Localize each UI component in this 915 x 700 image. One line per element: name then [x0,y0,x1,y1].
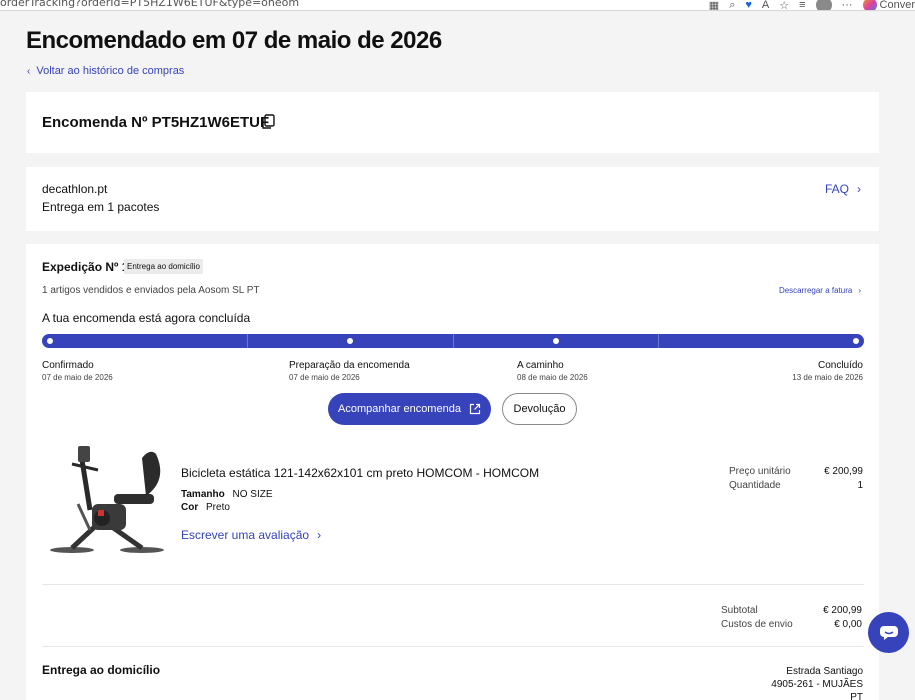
step-preparation: Preparação da encomenda 07 de maio de 20… [289,360,410,382]
unit-price-label: Preço unitário [729,466,791,477]
faq-link[interactable]: FAQ › [825,182,861,196]
progress-dot [553,338,559,344]
step-confirmed: Confirmado 07 de maio de 2026 [42,360,113,382]
track-order-label: Acompanhar encomenda [338,403,461,415]
reader-icon[interactable]: ▦ [709,0,719,10]
invoice-label: Descarregar a fatura [778,286,853,295]
address-bar[interactable]: orderTracking?orderId=PT5HZ1W6ETUF&type=… [0,0,299,9]
shipping-row: Custos de envio € 0,00 [721,619,862,630]
page-title: Encomendado em 07 de maio de 2026 [26,27,442,54]
browser-toolbar: orderTracking?orderId=PT5HZ1W6ETUF&type=… [0,0,915,11]
step-date: 13 de maio de 2026 [792,373,863,382]
step-label: Concluído [817,360,863,371]
quantity-value: 1 [857,480,863,491]
address-line: PT [850,692,863,700]
write-review-link[interactable]: Escrever uma avaliação › [181,528,321,542]
delivery-address: Estrada Santiago 4905-261 - MUJÃES PT [771,665,863,700]
chat-icon [879,625,898,640]
product-color: Cor Preto [181,502,230,513]
progress-dot [347,338,353,344]
progress-segment-divider [658,334,659,348]
step-date: 08 de maio de 2026 [517,373,588,382]
size-label: Tamanho [181,489,225,500]
progress-segment-divider [247,334,248,348]
subtotal-value: € 200,99 [823,605,862,616]
chat-button[interactable] [868,612,909,653]
order-number-card: Encomenda Nº PT5HZ1W6ETUF [26,92,879,153]
packages-count: Entrega em 1 pacotes [42,200,160,214]
review-label: Escrever uma avaliação [181,528,310,542]
step-label: Preparação da encomenda [289,360,410,371]
read-aloud-icon[interactable]: A [762,0,769,10]
back-to-history-link[interactable]: ‹ Voltar ao histórico de compras [27,65,184,77]
more-menu-icon[interactable]: ··· [842,0,853,10]
order-summary-card: decathlon.pt Entrega em 1 pacotes FAQ › [26,167,879,231]
step-date: 07 de maio de 2026 [42,373,113,382]
step-completed: Concluído 13 de maio de 2026 [792,360,863,382]
faq-label: FAQ [824,182,849,196]
progress-track [42,334,864,348]
subtotal-row: Subtotal € 200,99 [721,605,862,616]
shipping-value: € 0,00 [834,619,862,630]
shipment-card: Expedição Nº 1 Entrega ao domicílio 1 ar… [26,244,879,700]
seller-name: decathlon.pt [42,182,108,196]
chevron-right-icon: › [857,182,861,196]
delivery-type-badge: Entrega ao domicílio [124,259,203,274]
step-label: A caminho [517,360,564,371]
divider [42,646,864,647]
track-order-button[interactable]: Acompanhar encomenda [328,393,491,425]
progress-dot [853,338,859,344]
order-status-text: A tua encomenda está agora concluída [42,311,251,325]
step-on-the-way: A caminho 08 de maio de 2026 [517,360,588,382]
order-number: Encomenda Nº PT5HZ1W6ETUF [42,114,270,131]
progress-dot [47,338,53,344]
delivery-section-title: Entrega ao domicílio [42,663,161,677]
progress-segment-divider [453,334,454,348]
address-line: 4905-261 - MUJÃES [771,679,863,690]
color-value: Preto [206,502,230,513]
copilot-button[interactable]: Conver [862,0,915,11]
step-label: Confirmado [42,360,94,371]
divider [42,584,864,585]
product-size: Tamanho NO SIZE [181,489,273,500]
copilot-label: Conver [879,0,915,11]
external-link-icon [469,403,481,415]
unit-price-value: € 200,99 [824,466,863,477]
shipment-title: Expedição Nº 1 [42,260,129,274]
zoom-icon[interactable]: ⌕ [729,0,735,10]
address-line: Estrada Santiago [786,666,863,677]
sold-by-text: 1 artigos vendidos e enviados pela Aosom… [42,285,260,296]
collections-icon[interactable]: ≡ [799,0,805,10]
chevron-right-icon: › [858,286,861,295]
product-pricing: Preço unitário € 200,99 Quantidade 1 [729,466,863,494]
chevron-left-icon: ‹ [27,65,31,77]
subtotal-label: Subtotal [721,605,758,616]
copilot-icon [862,0,877,10]
profile-avatar[interactable] [815,0,832,10]
shipping-label: Custos de envio [721,619,793,630]
step-date: 07 de maio de 2026 [289,373,360,382]
return-button[interactable]: Devolução [502,393,577,425]
product-image[interactable] [42,440,170,562]
favorite-star-icon[interactable]: ☆ [779,0,789,10]
chevron-right-icon: › [317,528,322,542]
download-invoice-link[interactable]: Descarregar a fatura › [779,286,861,295]
back-link-label: Voltar ao histórico de compras [36,65,185,77]
browser-toolbar-icons: ▦ ⌕ ♥ A ☆ ≡ ··· Conver [709,0,915,11]
heart-icon[interactable]: ♥ [745,0,752,10]
quantity-label: Quantidade [729,480,781,491]
quantity-row: Quantidade 1 [729,480,863,491]
product-name[interactable]: Bicicleta estática 121-142x62x101 cm pre… [181,466,539,480]
color-label: Cor [181,502,199,513]
order-totals: Subtotal € 200,99 Custos de envio € 0,00 [721,605,862,633]
unit-price-row: Preço unitário € 200,99 [729,466,863,477]
size-value: NO SIZE [232,489,273,500]
copy-icon[interactable] [261,114,275,130]
